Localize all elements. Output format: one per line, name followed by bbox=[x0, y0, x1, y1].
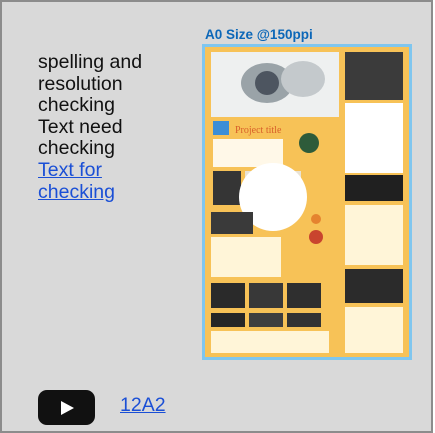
description-line: spelling and bbox=[38, 51, 143, 73]
poster-thumbnail: Project title bbox=[205, 47, 409, 357]
poster-size-label: A0 Size @150ppi bbox=[205, 27, 313, 42]
youtube-play-icon[interactable] bbox=[38, 390, 95, 425]
card-description: spelling and resolution checking Text ne… bbox=[38, 51, 188, 203]
link-line: checking bbox=[38, 180, 115, 203]
description-line: resolution bbox=[38, 72, 123, 95]
video-link[interactable]: 12A2 bbox=[120, 394, 166, 417]
resource-card: spelling and resolution checking Text ne… bbox=[0, 0, 433, 433]
poster-heading: Project title bbox=[235, 125, 282, 136]
poster-image: Project title bbox=[202, 44, 412, 360]
text-for-checking-link[interactable]: Text for checking bbox=[38, 158, 188, 203]
description-line: Text need bbox=[38, 115, 123, 138]
link-line: Text for bbox=[38, 158, 102, 181]
poster-preview[interactable]: A0 Size @150ppi Project title bbox=[202, 24, 417, 362]
description-line: checking bbox=[38, 94, 115, 117]
description-line: checking bbox=[38, 137, 115, 160]
